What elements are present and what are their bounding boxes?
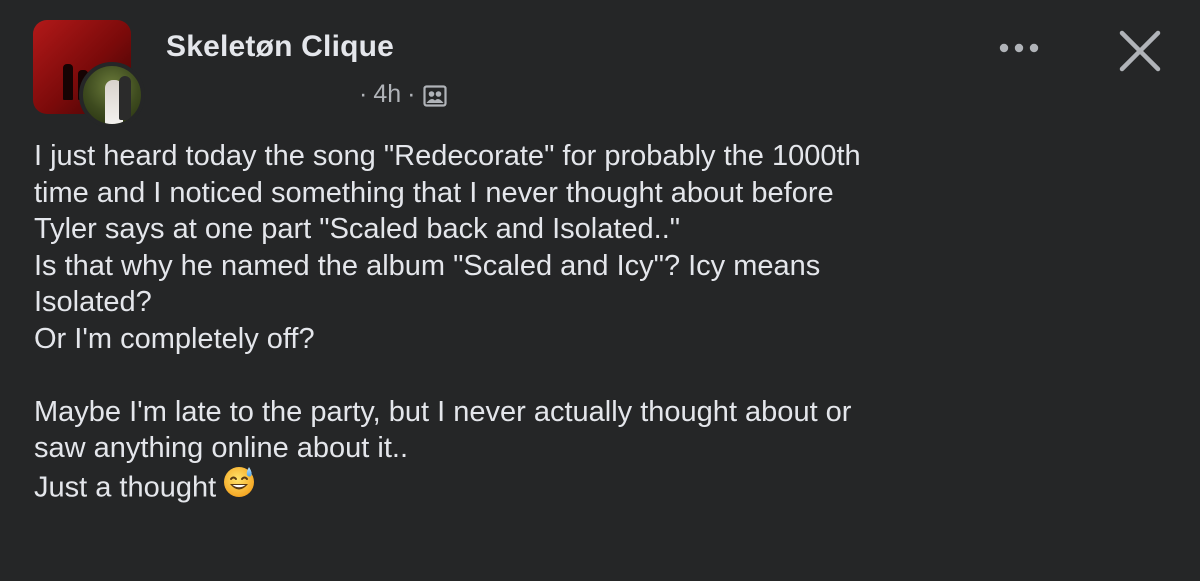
post-text-line: Or I'm completely off? xyxy=(34,322,315,355)
post-text-line: Is that why he named the album "Scaled a… xyxy=(34,249,821,282)
post-text-line: I just heard today the song "Redecorate"… xyxy=(34,140,861,172)
group-name-link[interactable]: Skeletøn Clique xyxy=(166,30,394,64)
member-avatar[interactable] xyxy=(79,62,145,128)
group-members-icon[interactable] xyxy=(423,84,448,107)
grinning-face-with-sweat-emoji xyxy=(222,464,256,508)
post-text-line: Just a thought xyxy=(34,470,217,503)
meta-separator: · xyxy=(359,80,368,108)
post-text: I just heard today the song "Redecorate"… xyxy=(34,138,1174,510)
group-avatar[interactable] xyxy=(33,20,153,128)
post-text-line: time and I noticed something that I neve… xyxy=(34,176,834,209)
post-card: Skeletøn Clique · 4h · I just heard toda… xyxy=(0,0,1200,581)
post-text-line: saw anything online about it.. xyxy=(34,432,409,464)
post-text-last-line: Just a thought xyxy=(34,464,1174,511)
member-figure xyxy=(119,76,131,120)
more-options-button[interactable] xyxy=(995,30,1043,66)
meta-separator: · xyxy=(407,80,416,108)
close-button[interactable] xyxy=(1113,24,1167,78)
post-text-line: Maybe I'm late to the party, but I never… xyxy=(34,395,852,428)
post-text-line: Isolated? xyxy=(34,286,152,318)
cover-figure xyxy=(63,64,73,100)
post-meta: · 4h · xyxy=(353,80,448,109)
post-timestamp[interactable]: 4h xyxy=(373,80,401,109)
more-options-icon xyxy=(999,43,1039,53)
post-text-line: Tyler says at one part "Scaled back and … xyxy=(34,213,681,245)
close-icon xyxy=(1119,30,1161,72)
